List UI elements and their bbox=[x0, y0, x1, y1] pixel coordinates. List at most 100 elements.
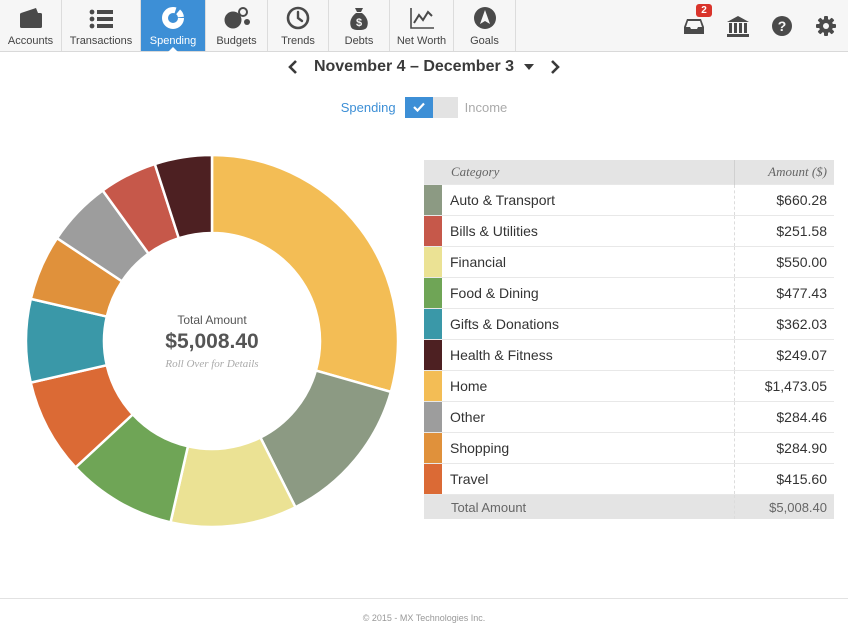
footer-divider bbox=[0, 598, 848, 599]
category-amount: $249.07 bbox=[734, 339, 834, 371]
category-color-swatch bbox=[424, 370, 442, 402]
tab-debts[interactable]: $ Debts bbox=[329, 0, 390, 51]
category-name: Bills & Utilities bbox=[442, 215, 735, 247]
settings-button[interactable] bbox=[804, 0, 848, 51]
list-icon bbox=[89, 0, 113, 30]
line-chart-icon bbox=[409, 0, 435, 30]
category-name: Travel bbox=[442, 463, 735, 495]
previous-period-button[interactable] bbox=[282, 56, 304, 78]
clock-icon bbox=[286, 0, 310, 30]
tab-label: Accounts bbox=[7, 35, 54, 47]
table-row[interactable]: Auto & Transport $660.28 bbox=[424, 184, 834, 216]
date-range-dropdown[interactable] bbox=[524, 64, 535, 70]
tab-trends[interactable]: Trends bbox=[268, 0, 329, 51]
header-amount[interactable]: Amount ($) bbox=[734, 160, 834, 185]
tab-budgets[interactable]: Budgets bbox=[206, 0, 268, 51]
table-row[interactable]: Food & Dining $477.43 bbox=[424, 277, 834, 309]
category-name: Shopping bbox=[442, 432, 735, 464]
bubbles-icon bbox=[223, 0, 251, 30]
category-table: Category Amount ($) Auto & Transport $660… bbox=[424, 160, 834, 519]
tab-label: Transactions bbox=[69, 35, 133, 47]
category-name: Home bbox=[442, 370, 735, 402]
table-row[interactable]: Home $1,473.05 bbox=[424, 370, 834, 402]
table-row[interactable]: Bills & Utilities $251.58 bbox=[424, 215, 834, 247]
table-row[interactable]: Gifts & Donations $362.03 bbox=[424, 308, 834, 340]
category-color-swatch bbox=[424, 308, 442, 340]
category-name: Auto & Transport bbox=[442, 184, 735, 216]
svg-text:$: $ bbox=[356, 17, 362, 29]
tab-label: Spending bbox=[149, 35, 197, 47]
tab-accounts[interactable]: Accounts bbox=[0, 0, 62, 51]
money-bag-icon: $ bbox=[348, 0, 370, 30]
footer-copyright: © 2015 - MX Technologies Inc. bbox=[362, 613, 486, 623]
category-amount: $477.43 bbox=[734, 277, 834, 309]
gear-icon bbox=[816, 15, 836, 36]
category-amount: $284.90 bbox=[734, 432, 834, 464]
category-color-swatch bbox=[424, 277, 442, 309]
header-category[interactable]: Category bbox=[424, 160, 735, 185]
notifications-button[interactable]: 2 bbox=[672, 0, 716, 51]
nav-utilities: 2 ? bbox=[672, 0, 848, 51]
category-amount: $362.03 bbox=[734, 308, 834, 340]
category-color-swatch bbox=[424, 246, 442, 278]
table-header: Category Amount ($) bbox=[424, 160, 834, 185]
notification-badge: 2 bbox=[696, 4, 712, 17]
category-name: Other bbox=[442, 401, 735, 433]
category-name: Gifts & Donations bbox=[442, 308, 735, 340]
table-row[interactable]: Financial $550.00 bbox=[424, 246, 834, 278]
top-navigation: Accounts Transactions Spending Budgets T… bbox=[0, 0, 848, 52]
category-amount: $284.46 bbox=[734, 401, 834, 433]
category-color-swatch bbox=[424, 339, 442, 371]
tab-goals[interactable]: Goals bbox=[454, 0, 516, 51]
category-amount: $415.60 bbox=[734, 463, 834, 495]
income-toggle-off[interactable] bbox=[432, 96, 458, 118]
spending-toggle-on[interactable] bbox=[404, 96, 433, 118]
category-amount: $251.58 bbox=[734, 215, 834, 247]
table-total-row: Total Amount $5,008.40 bbox=[424, 494, 834, 519]
category-color-swatch bbox=[424, 215, 442, 247]
category-color-swatch bbox=[424, 184, 442, 216]
category-color-swatch bbox=[424, 463, 442, 495]
tab-spending[interactable]: Spending bbox=[141, 0, 206, 52]
tab-label: Net Worth bbox=[396, 35, 447, 47]
caret-down-icon bbox=[524, 64, 535, 70]
spending-income-toggle: Spending Income bbox=[0, 96, 848, 118]
inbox-icon bbox=[684, 18, 704, 34]
chevron-left-icon bbox=[288, 60, 297, 74]
svg-text:?: ? bbox=[778, 18, 787, 34]
institutions-button[interactable] bbox=[716, 0, 760, 51]
wallet-icon bbox=[18, 0, 44, 30]
nav-tabs: Accounts Transactions Spending Budgets T… bbox=[0, 0, 516, 52]
table-row[interactable]: Travel $415.60 bbox=[424, 463, 834, 495]
tab-label: Goals bbox=[470, 35, 499, 47]
donut-slice-home[interactable] bbox=[210, 153, 400, 394]
chevron-right-icon bbox=[551, 60, 560, 74]
table-row[interactable]: Other $284.46 bbox=[424, 401, 834, 433]
category-color-swatch bbox=[424, 401, 442, 433]
help-button[interactable]: ? bbox=[760, 0, 804, 51]
help-icon: ? bbox=[772, 15, 792, 36]
category-amount: $550.00 bbox=[734, 246, 834, 278]
category-amount: $660.28 bbox=[734, 184, 834, 216]
total-amount: $5,008.40 bbox=[734, 494, 834, 519]
tab-label: Budgets bbox=[216, 35, 257, 47]
category-name: Health & Fitness bbox=[442, 339, 735, 371]
income-toggle-label[interactable]: Income bbox=[465, 100, 508, 115]
next-period-button[interactable] bbox=[544, 56, 566, 78]
category-name: Financial bbox=[442, 246, 735, 278]
tab-transactions[interactable]: Transactions bbox=[62, 0, 141, 51]
tab-net-worth[interactable]: Net Worth bbox=[390, 0, 454, 51]
compass-icon bbox=[473, 0, 497, 30]
category-amount: $1,473.05 bbox=[734, 370, 834, 402]
category-name: Food & Dining bbox=[442, 277, 735, 309]
date-range-selector: November 4 – December 3 bbox=[0, 56, 848, 78]
bank-icon bbox=[727, 15, 749, 37]
tab-label: Debts bbox=[344, 35, 374, 47]
donut-chart-icon bbox=[161, 0, 185, 30]
table-row[interactable]: Health & Fitness $249.07 bbox=[424, 339, 834, 371]
total-label: Total Amount bbox=[424, 494, 735, 519]
date-range-label[interactable]: November 4 – December 3 bbox=[314, 58, 514, 76]
table-row[interactable]: Shopping $284.90 bbox=[424, 432, 834, 464]
spending-toggle-label[interactable]: Spending bbox=[341, 100, 396, 115]
spending-donut-chart[interactable] bbox=[24, 153, 400, 529]
